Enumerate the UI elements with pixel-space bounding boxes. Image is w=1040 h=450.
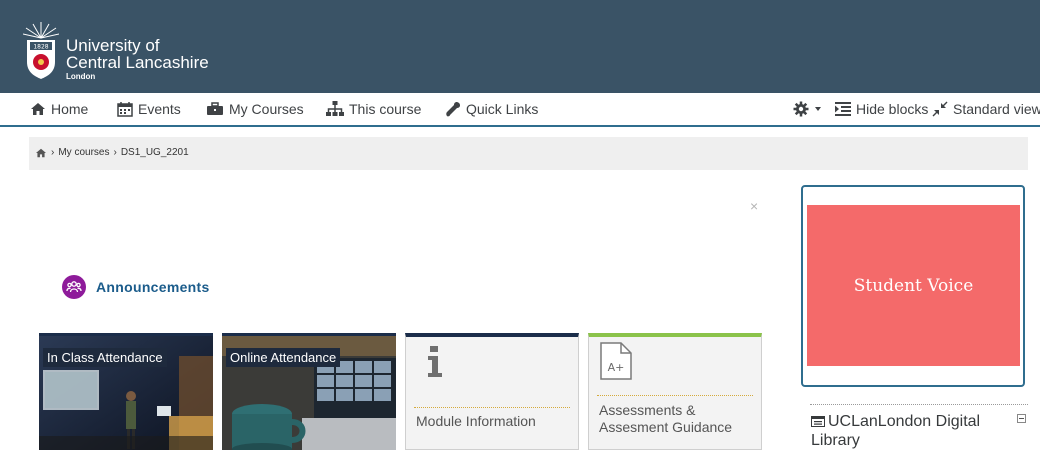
tile-label: In Class Attendance xyxy=(43,348,167,367)
nav-quick-links[interactable]: Quick Links xyxy=(445,101,538,117)
library-block-title: UCLanLondon Digital Library xyxy=(811,412,1011,450)
tile-label: Assessments & Assesment Guidance xyxy=(599,402,732,436)
university-name[interactable]: University of Central Lancashire London xyxy=(66,37,209,82)
standard-view-button[interactable]: Standard view xyxy=(932,101,1040,117)
compress-icon xyxy=(932,101,948,117)
briefcase-icon xyxy=(207,102,223,115)
divider xyxy=(810,404,1028,405)
collapse-icon[interactable] xyxy=(1017,414,1026,423)
hide-blocks-icon xyxy=(835,102,851,116)
breadcrumb-bar: › My courses › DS1_UG_2201 xyxy=(29,137,1028,170)
svg-text:1828: 1828 xyxy=(33,44,48,51)
student-voice-block: Student Voice xyxy=(801,185,1025,387)
svg-text:A+: A+ xyxy=(608,361,625,374)
student-voice-banner[interactable]: Student Voice xyxy=(807,205,1020,366)
library-title-text: UCLanLondon Digital Library xyxy=(811,413,981,449)
list-alt-icon xyxy=(811,416,825,427)
wrench-icon xyxy=(446,101,461,117)
brand-line-2: Central Lancashire xyxy=(66,53,209,72)
divider xyxy=(414,407,570,408)
caret-down-icon xyxy=(815,107,821,111)
announcements-label: Announcements xyxy=(96,279,210,295)
nav-home[interactable]: Home xyxy=(30,101,88,117)
assessment-icon: A+ xyxy=(600,342,632,380)
sitemap-icon xyxy=(326,101,344,116)
announcements-link[interactable]: Announcements xyxy=(62,275,210,299)
student-voice-label: Student Voice xyxy=(853,275,974,296)
settings-menu[interactable] xyxy=(793,101,822,117)
site-header: 1828 University of Central Lancashire Lo… xyxy=(0,0,1040,93)
calendar-icon xyxy=(117,102,133,117)
group-icon xyxy=(62,275,86,299)
divider xyxy=(597,395,753,396)
breadcrumb-course[interactable]: DS1_UG_2201 xyxy=(121,147,189,158)
info-icon xyxy=(428,346,442,377)
standard-view-label: Standard view xyxy=(953,101,1040,117)
nav-home-label: Home xyxy=(51,101,89,117)
nav-this-course[interactable]: This course xyxy=(326,101,421,117)
breadcrumb: › My courses › DS1_UG_2201 xyxy=(35,147,189,158)
nav-my-courses[interactable]: My Courses xyxy=(206,101,304,117)
tile-label-line-2: Assesment Guidance xyxy=(599,419,733,435)
nav-quick-links-label: Quick Links xyxy=(466,101,539,117)
tile-in-class-attendance[interactable]: In Class Attendance xyxy=(39,333,213,450)
home-icon[interactable] xyxy=(35,148,47,158)
nav-events[interactable]: Events xyxy=(117,101,181,117)
tile-label: Module Information xyxy=(416,413,536,429)
brand-line-3: London xyxy=(66,72,96,81)
tile-module-information[interactable]: Module Information xyxy=(405,333,579,450)
tile-label: Online Attendance xyxy=(226,348,341,367)
breadcrumb-separator: › xyxy=(51,147,55,158)
breadcrumb-separator: › xyxy=(113,147,117,158)
gear-icon xyxy=(793,101,809,117)
hide-blocks-button[interactable]: Hide blocks xyxy=(835,101,928,117)
nav-events-label: Events xyxy=(138,101,181,117)
tile-assessments[interactable]: A+ Assessments & Assesment Guidance xyxy=(588,333,762,450)
university-logo[interactable]: 1828 xyxy=(22,22,60,80)
home-icon xyxy=(31,103,45,115)
breadcrumb-my-courses[interactable]: My courses xyxy=(58,147,109,158)
brand-line-1: University of xyxy=(66,36,160,55)
nav-my-courses-label: My Courses xyxy=(229,101,304,117)
tile-online-attendance[interactable]: Online Attendance xyxy=(222,333,396,450)
main-nav: Home Events My Courses This course Quick… xyxy=(0,93,1040,127)
tile-label-line-1: Assessments & xyxy=(599,402,696,418)
hide-blocks-label: Hide blocks xyxy=(856,101,929,117)
close-icon[interactable]: × xyxy=(750,198,758,214)
nav-this-course-label: This course xyxy=(349,101,422,117)
